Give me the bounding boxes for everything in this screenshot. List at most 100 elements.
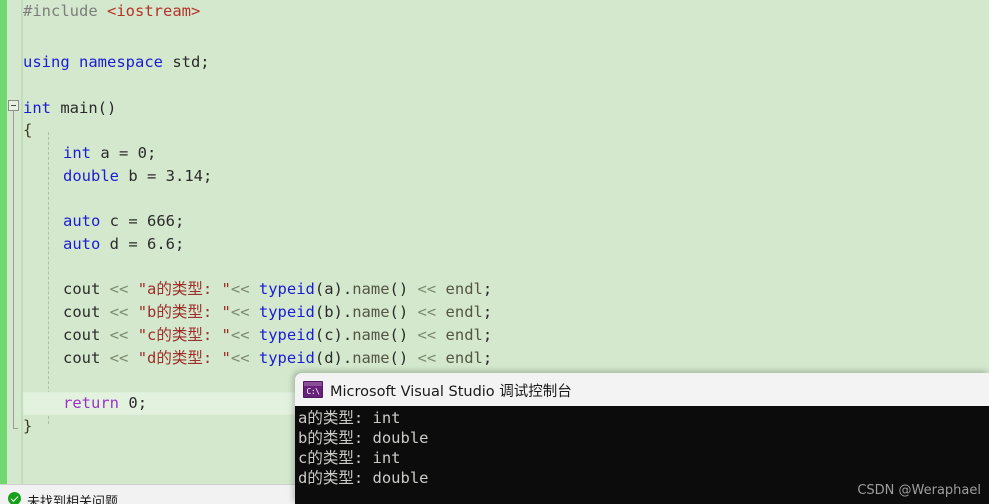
code-token: << (109, 326, 129, 344)
code-token: { (23, 121, 33, 139)
code-token: name (352, 349, 390, 367)
code-token: 3.14 (165, 167, 203, 185)
console-title-bar[interactable]: C:\ Microsoft Visual Studio 调试控制台 (295, 373, 989, 407)
code-token: endl (445, 326, 483, 344)
code-token: (d). (314, 349, 353, 367)
code-token: cout (63, 326, 110, 344)
code-line[interactable]: auto d = 6.6; (23, 233, 184, 256)
code-token: (b). (314, 303, 353, 321)
code-line[interactable]: #include <iostream> (23, 0, 200, 23)
code-token: (a). (314, 280, 353, 298)
code-token: 0 (137, 144, 148, 162)
code-token: () (389, 303, 418, 321)
code-line-text: { (23, 121, 32, 139)
code-line-text: #include <iostream> (23, 2, 200, 20)
code-line[interactable]: int main() (23, 97, 116, 120)
code-token: int (23, 99, 51, 117)
code-line[interactable]: cout << "c的类型: "<< typeid(c).name() << e… (23, 324, 492, 347)
collapse-region-icon[interactable] (8, 100, 19, 111)
code-line[interactable] (23, 188, 63, 211)
code-line[interactable]: { (23, 119, 32, 142)
status-message: 未找到相关问题 (27, 495, 119, 504)
code-token: ; (175, 212, 185, 230)
watermark-text: CSDN @Weraphael (857, 483, 981, 498)
code-token: ; (482, 349, 493, 367)
code-token: ; (482, 280, 493, 298)
code-token: << (109, 280, 129, 298)
console-title-text: Microsoft Visual Studio 调试控制台 (330, 384, 572, 400)
console-output-line: a的类型: int (298, 409, 401, 427)
code-token: c = (100, 212, 147, 230)
code-token: 666 (147, 212, 175, 230)
screenshot-root: #include <iostream> using namespace std; i… (0, 0, 989, 504)
code-line-text: double b = 3.14; (23, 167, 212, 185)
code-token: ; (137, 394, 148, 412)
console-window-icon: C:\ (303, 381, 323, 398)
code-line-text: cout << "b的类型: "<< typeid(b).name() << e… (23, 303, 492, 321)
code-line-text: using namespace std; (23, 53, 210, 71)
debug-console-window[interactable]: C:\ Microsoft Visual Studio 调试控制台 a的类型: … (295, 373, 989, 504)
code-token: d = (100, 235, 147, 253)
unsaved-changes-bar (0, 0, 7, 484)
code-token: << (230, 280, 250, 298)
code-token: b = (119, 167, 166, 185)
code-token: ; (175, 235, 185, 253)
code-token: "c的类型: " (137, 326, 231, 344)
code-line[interactable] (23, 370, 63, 393)
code-token: ; (203, 167, 213, 185)
code-line[interactable]: } (23, 415, 32, 438)
code-line[interactable]: int a = 0; (23, 142, 156, 165)
code-token: << (417, 326, 437, 344)
code-line-text: cout << "d的类型: "<< typeid(d).name() << e… (23, 349, 492, 367)
code-token: << (109, 349, 129, 367)
code-line-text: cout << "c的类型: "<< typeid(c).name() << e… (23, 326, 492, 344)
code-token: ; (482, 326, 493, 344)
console-output-line: c的类型: int (298, 449, 401, 467)
code-token: << (417, 349, 437, 367)
code-token: 6.6 (147, 235, 175, 253)
code-token: typeid (258, 280, 315, 298)
code-token: auto (63, 235, 101, 253)
code-token: main() (51, 99, 117, 117)
code-token: endl (445, 280, 483, 298)
code-line[interactable]: cout << "b的类型: "<< typeid(b).name() << e… (23, 301, 492, 324)
fold-region-line (13, 111, 14, 429)
code-line[interactable]: double b = 3.14; (23, 165, 212, 188)
code-token: cout (63, 303, 110, 321)
console-output-area[interactable]: a的类型: int b的类型: double c的类型: int d的类型: doub… (295, 406, 989, 504)
code-token: (c). (314, 326, 353, 344)
code-token: typeid (258, 349, 315, 367)
code-token: typeid (258, 303, 315, 321)
editor-fold-margin[interactable] (7, 0, 21, 484)
code-line[interactable]: cout << "d的类型: "<< typeid(d).name() << e… (23, 347, 492, 370)
code-token: int (63, 144, 91, 162)
code-token: auto (63, 212, 101, 230)
console-icon-glyph: C:\ (306, 387, 320, 396)
code-line[interactable]: auto c = 666; (23, 210, 184, 233)
check-circle-icon (8, 492, 21, 504)
code-token: << (230, 303, 250, 321)
code-line[interactable]: cout << "a的类型: "<< typeid(a).name() << e… (23, 278, 492, 301)
code-line[interactable] (23, 256, 63, 279)
code-token: << (417, 280, 437, 298)
code-line-text: cout << "a的类型: "<< typeid(a).name() << e… (23, 280, 492, 298)
code-token: () (389, 326, 418, 344)
code-line[interactable]: using namespace std; (23, 51, 210, 74)
code-token: double (63, 167, 119, 185)
code-token: name (352, 280, 390, 298)
code-token: return (63, 394, 119, 412)
code-token: 0 (128, 394, 138, 412)
code-token: <iostream> (107, 2, 201, 20)
code-token: << (230, 349, 250, 367)
code-token: cout (63, 349, 110, 367)
code-token: name (352, 303, 390, 321)
